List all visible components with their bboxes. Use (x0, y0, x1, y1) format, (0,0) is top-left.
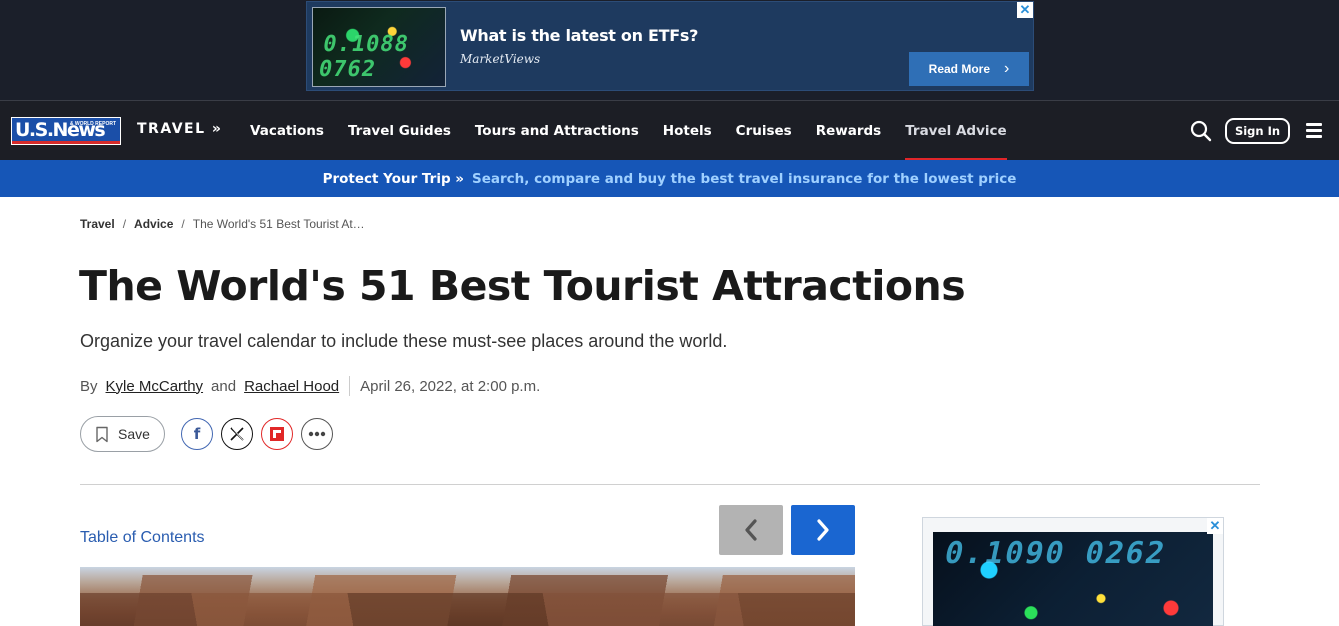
publish-date: April 26, 2022, at 2:00 p.m. (360, 377, 541, 395)
nav-item-tours-and-attractions[interactable]: Tours and Attractions (463, 101, 651, 161)
article-actions: Save f (80, 416, 341, 452)
ad-thumbnail-image: 0.1088 0762 (312, 7, 446, 87)
page-title: The World's 51 Best Tourist Attractions (79, 262, 966, 310)
chevron-right-icon (817, 519, 829, 541)
byline-divider (349, 376, 351, 396)
breadcrumb-separator: / (181, 217, 185, 231)
sidebar-ad-image: 0.1090 0262 (933, 532, 1213, 626)
section-title-travel[interactable]: TRAVEL » (137, 121, 222, 137)
save-button[interactable]: Save (80, 416, 165, 452)
hero-image-grand-canyon (80, 567, 855, 626)
ad-read-more-label: Read More (928, 62, 991, 76)
nav-item-travel-guides[interactable]: Travel Guides (336, 101, 463, 161)
byline: By Kyle McCarthy and Rachael Hood April … (80, 376, 540, 396)
sidebar-ad-digits: 0.1090 0262 (941, 536, 1170, 571)
top-banner-ad[interactable]: 0.1088 0762 What is the latest on ETFs? … (306, 1, 1034, 91)
logo-subtext: & WORLD REPORT (69, 121, 116, 127)
author-link-rachael-hood[interactable]: Rachael Hood (244, 378, 339, 395)
ad-headline[interactable]: What is the latest on ETFs? (460, 26, 698, 45)
facebook-share-icon[interactable]: f (181, 418, 213, 450)
travel-insurance-promo-bar[interactable]: Protect Your Trip » Search, compare and … (0, 160, 1339, 197)
nav-item-travel-advice[interactable]: Travel Advice (893, 101, 1018, 161)
breadcrumb-travel[interactable]: Travel (80, 217, 115, 231)
chevron-left-icon (745, 519, 757, 541)
promo-text[interactable]: Search, compare and buy the best travel … (472, 171, 1016, 187)
nav-item-rewards[interactable]: Rewards (804, 101, 894, 161)
ad-read-more-button[interactable]: Read More › (909, 52, 1029, 86)
nav-item-hotels[interactable]: Hotels (651, 101, 724, 161)
section-divider (80, 484, 1260, 485)
nav-item-vacations[interactable]: Vacations (238, 101, 336, 161)
top-ad-band: 0.1088 0762 What is the latest on ETFs? … (0, 0, 1339, 100)
ad-brand: MarketViews (460, 52, 541, 66)
nav-item-cruises[interactable]: Cruises (724, 101, 804, 161)
bookmark-icon (96, 426, 108, 442)
facebook-glyph: f (193, 425, 201, 443)
byline-and: and (211, 377, 237, 395)
article-subtitle: Organize your travel calendar to include… (80, 331, 728, 351)
previous-slide-button[interactable] (719, 505, 783, 555)
chevron-right-icon: › (1004, 60, 1010, 77)
author-link-kyle-mccarthy[interactable]: Kyle McCarthy (106, 378, 204, 395)
more-share-options-icon[interactable] (301, 418, 333, 450)
breadcrumb-separator: / (122, 217, 127, 231)
sidebar-ad[interactable]: 0.1090 0262 ✕ (922, 517, 1224, 626)
promo-lead[interactable]: Protect Your Trip » (323, 171, 464, 187)
hamburger-menu-icon[interactable] (1306, 123, 1322, 139)
breadcrumb-current: The World's 51 Best Tourist At… (192, 217, 365, 231)
breadcrumb-advice[interactable]: Advice (134, 217, 173, 231)
logo-red-bar (12, 141, 120, 144)
sign-in-button[interactable]: Sign In (1225, 118, 1290, 144)
table-of-contents-link[interactable]: Table of Contents (80, 529, 205, 547)
save-label: Save (118, 426, 150, 442)
x-share-icon[interactable] (221, 418, 253, 450)
flipboard-share-icon[interactable] (261, 418, 293, 450)
breadcrumb: Travel / Advice / The World's 51 Best To… (80, 217, 365, 231)
ad-thumbnail-digits: 0.1088 0762 (316, 32, 411, 82)
nav-items: Vacations Travel Guides Tours and Attrac… (238, 101, 1019, 161)
ad-close-icon[interactable]: ✕ (1017, 2, 1033, 18)
search-icon[interactable] (1190, 120, 1212, 142)
byline-by: By (80, 377, 98, 395)
usnews-logo[interactable]: U.S.News & WORLD REPORT (11, 117, 121, 145)
next-slide-button[interactable] (791, 505, 855, 555)
main-nav: U.S.News & WORLD REPORT TRAVEL » Vacatio… (0, 100, 1339, 161)
ad-close-icon[interactable]: ✕ (1207, 518, 1223, 534)
